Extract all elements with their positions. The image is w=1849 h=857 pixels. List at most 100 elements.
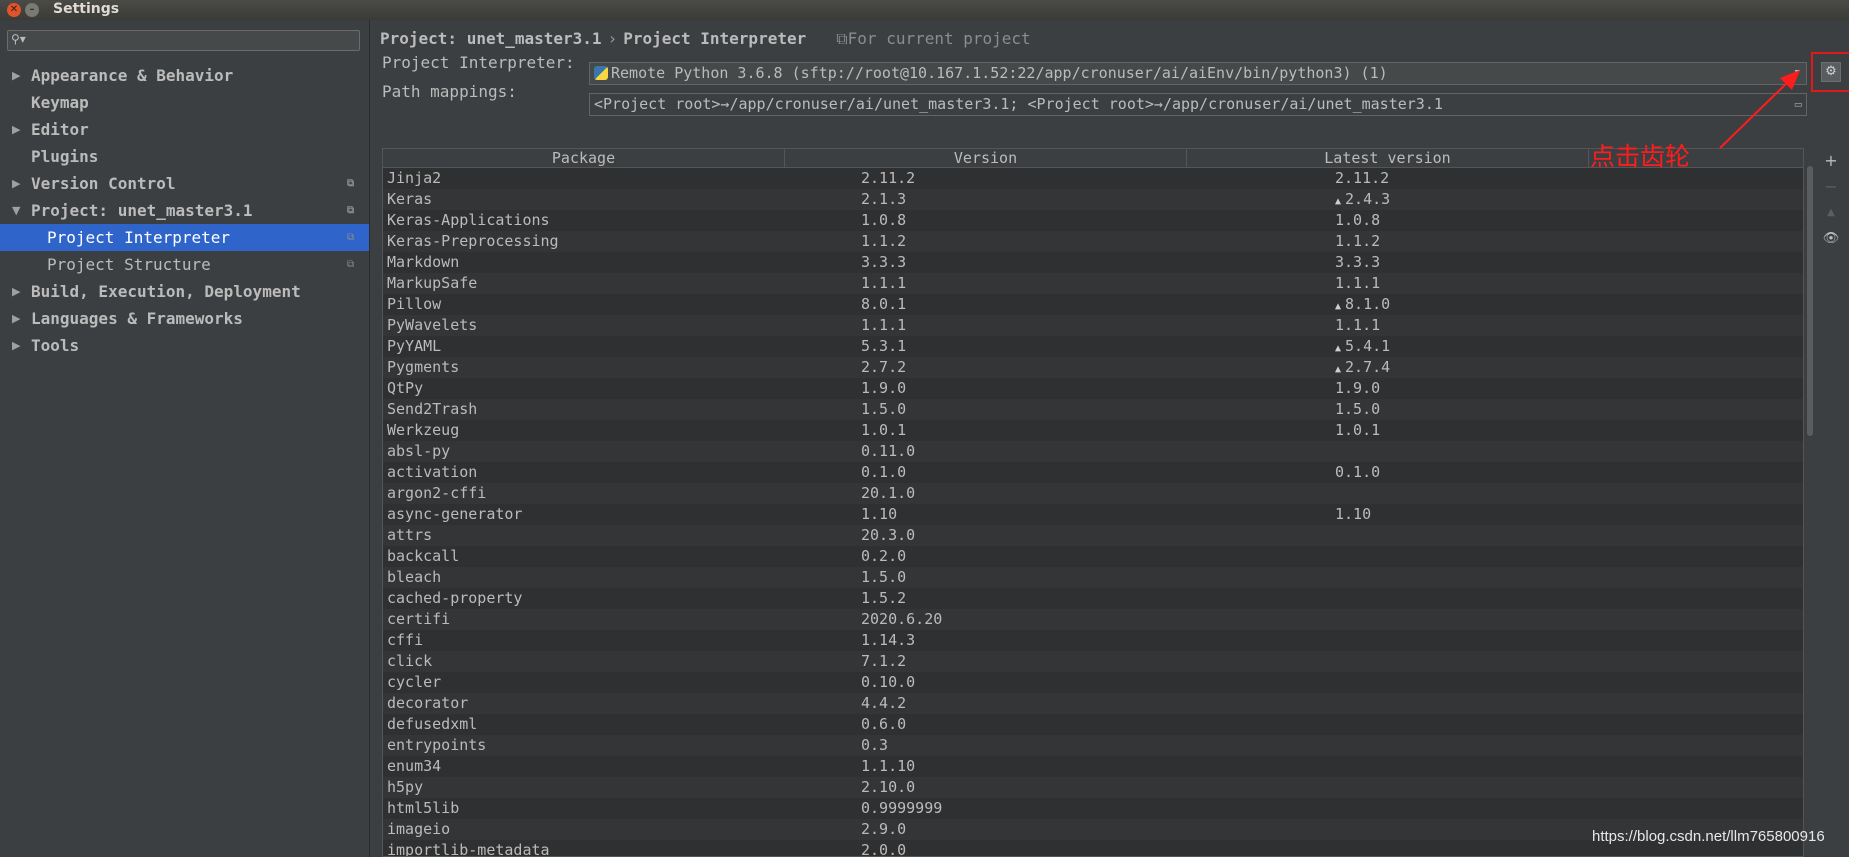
table-scrollbar[interactable] <box>1807 166 1813 856</box>
package-version-cell: 1.0.8 <box>861 210 906 231</box>
sidebar-item-label: Plugins <box>31 147 99 166</box>
table-row[interactable]: Markdown 3.3.3 3.3.3 <box>383 252 1803 273</box>
package-version: 1.1.1 <box>861 316 907 334</box>
package-version: 0.3 <box>861 736 889 754</box>
package-name: importlib-metadata <box>387 841 550 857</box>
latest-version-cell: 1.0.1 <box>1335 420 1380 441</box>
package-name: certifi <box>387 610 451 628</box>
table-row[interactable]: activation 0.1.0 0.1.0 <box>383 462 1803 483</box>
sidebar-item[interactable]: ▶ Appearance & Behavior <box>0 62 369 89</box>
upgrade-package-button[interactable]: ▲ <box>1813 200 1849 226</box>
table-row[interactable]: click 7.1.2 <box>383 651 1803 672</box>
chevron-down-icon[interactable]: ▼ <box>1795 63 1800 84</box>
sidebar-item[interactable]: ▶ Editor <box>0 116 369 143</box>
table-row[interactable]: html5lib 0.9999999 <box>383 798 1803 819</box>
package-version-cell: 0.11.0 <box>861 441 915 462</box>
table-row[interactable]: Pillow 8.0.1 ▲ 8.1.0 <box>383 294 1803 315</box>
chevron-down-icon[interactable]: ▼ <box>12 197 20 224</box>
package-name-cell: Werkzeug <box>387 420 459 441</box>
table-row[interactable]: Werkzeug 1.0.1 1.0.1 <box>383 420 1803 441</box>
package-name-cell: Keras-Preprocessing <box>387 231 559 252</box>
latest-version-cell: 3.3.3 <box>1335 252 1380 273</box>
table-row[interactable]: defusedxml 0.6.0 <box>383 714 1803 735</box>
table-row[interactable]: imageio 2.9.0 <box>383 819 1803 840</box>
chevron-right-icon[interactable]: ▶ <box>12 278 20 305</box>
table-row[interactable]: Send2Trash 1.5.0 1.5.0 <box>383 399 1803 420</box>
package-name: MarkupSafe <box>387 274 478 292</box>
latest-version: 2.11.2 <box>1335 169 1390 187</box>
column-header-version[interactable]: Version <box>785 149 1187 167</box>
table-row[interactable]: importlib-metadata 2.0.0 <box>383 840 1803 857</box>
table-row[interactable]: bleach 1.5.0 <box>383 567 1803 588</box>
package-name-cell: cycler <box>387 672 441 693</box>
package-version: 0.10.0 <box>861 673 916 691</box>
gear-highlight-box: ⚙ <box>1811 52 1849 92</box>
table-row[interactable]: argon2-cffi 20.1.0 <box>383 483 1803 504</box>
sidebar-item[interactable]: ▶ Tools <box>0 332 369 359</box>
table-row[interactable]: entrypoints 0.3 <box>383 735 1803 756</box>
package-version: 1.5.2 <box>861 589 907 607</box>
table-row[interactable]: cffi 1.14.3 <box>383 630 1803 651</box>
column-header-latest-version[interactable]: Latest version <box>1187 149 1589 167</box>
folder-icon[interactable]: ▭ <box>1795 94 1802 115</box>
table-row[interactable]: async-generator 1.10 1.10 <box>383 504 1803 525</box>
table-row[interactable]: Keras 2.1.3 ▲ 2.4.3 <box>383 189 1803 210</box>
column-header-package[interactable]: Package <box>383 149 785 167</box>
sidebar-item[interactable]: ▶ Languages & Frameworks <box>0 305 369 332</box>
sidebar-item[interactable]: Plugins <box>0 143 369 170</box>
latest-version: 1.5.0 <box>1335 400 1381 418</box>
package-version-cell: 1.5.2 <box>861 588 906 609</box>
chevron-right-icon[interactable]: ▶ <box>12 116 20 143</box>
table-row[interactable]: QtPy 1.9.0 1.9.0 <box>383 378 1803 399</box>
package-version: 2.7.2 <box>861 358 907 376</box>
sidebar-item[interactable]: Project Structure ⧉ <box>0 251 369 278</box>
settings-search-input[interactable]: ⚲▾ <box>7 30 360 51</box>
minimize-window-button[interactable]: – <box>25 3 39 17</box>
table-row[interactable]: cached-property 1.5.2 <box>383 588 1803 609</box>
table-row[interactable]: certifi 2020.6.20 <box>383 609 1803 630</box>
chevron-right-icon[interactable]: ▶ <box>12 305 20 332</box>
chevron-right-icon[interactable]: ▶ <box>12 170 20 197</box>
table-row[interactable]: PyWavelets 1.1.1 1.1.1 <box>383 315 1803 336</box>
chevron-right-icon[interactable]: ▶ <box>12 332 20 359</box>
package-name-cell: async-generator <box>387 504 522 525</box>
settings-sidebar: ⚲▾ ▶ Appearance & Behavior Keymap ▶ Editor Pl… <box>0 20 370 857</box>
sidebar-item[interactable]: Keymap <box>0 89 369 116</box>
table-row[interactable]: backcall 0.2.0 <box>383 546 1803 567</box>
sidebar-item-label: Editor <box>31 120 89 139</box>
table-row[interactable]: Pygments 2.7.2 ▲ 2.7.4 <box>383 357 1803 380</box>
close-window-button[interactable]: ✕ <box>7 3 21 17</box>
table-row[interactable]: Keras-Applications 1.0.8 1.0.8 <box>383 210 1803 231</box>
chevron-right-icon[interactable]: ▶ <box>12 62 20 89</box>
package-name: Send2Trash <box>387 400 478 418</box>
table-row[interactable]: PyYAML 5.3.1 ▲ 5.4.1 <box>383 336 1803 357</box>
sidebar-item[interactable]: ▶ Version Control ⧉ <box>0 170 369 197</box>
package-version: 2.9.0 <box>861 820 907 838</box>
package-name: defusedxml <box>387 715 478 733</box>
package-version: 0.9999999 <box>861 799 943 817</box>
latest-version-cell: ▲ 2.7.4 <box>1335 357 1390 380</box>
gear-icon[interactable]: ⚙ <box>1821 62 1841 82</box>
sidebar-item[interactable]: ▼ Project: unet_master3.1 ⧉ <box>0 197 369 224</box>
remove-package-button[interactable]: − <box>1813 174 1849 200</box>
table-row[interactable]: attrs 20.3.0 <box>383 525 1803 546</box>
sidebar-item[interactable]: Project Interpreter ⧉ <box>0 224 369 251</box>
package-name-cell: decorator <box>387 693 468 714</box>
table-row[interactable]: cycler 0.10.0 <box>383 672 1803 693</box>
path-mappings-field[interactable]: <Project root>→/app/cronuser/ai/unet_mas… <box>589 93 1807 116</box>
add-package-button[interactable]: + <box>1813 148 1849 174</box>
table-row[interactable]: MarkupSafe 1.1.1 1.1.1 <box>383 273 1803 294</box>
table-row[interactable]: decorator 4.4.2 <box>383 693 1803 714</box>
interpreter-select[interactable]: Remote Python 3.6.8 (sftp://root@10.167.… <box>589 62 1807 85</box>
show-early-releases-icon[interactable]: 👁 <box>1813 226 1849 252</box>
table-row[interactable]: Keras-Preprocessing 1.1.2 1.1.2 <box>383 231 1803 252</box>
sidebar-item[interactable]: ▶ Build, Execution, Deployment <box>0 278 369 305</box>
table-row[interactable]: h5py 2.10.0 <box>383 777 1803 798</box>
table-row[interactable]: absl-py 0.11.0 <box>383 441 1803 462</box>
table-row[interactable]: enum34 1.1.10 <box>383 756 1803 777</box>
package-name-cell: Markdown <box>387 252 459 273</box>
package-name: backcall <box>387 547 460 565</box>
python-icon <box>594 66 608 80</box>
package-name: cached-property <box>387 589 523 607</box>
package-version-cell: 1.1.1 <box>861 315 906 336</box>
